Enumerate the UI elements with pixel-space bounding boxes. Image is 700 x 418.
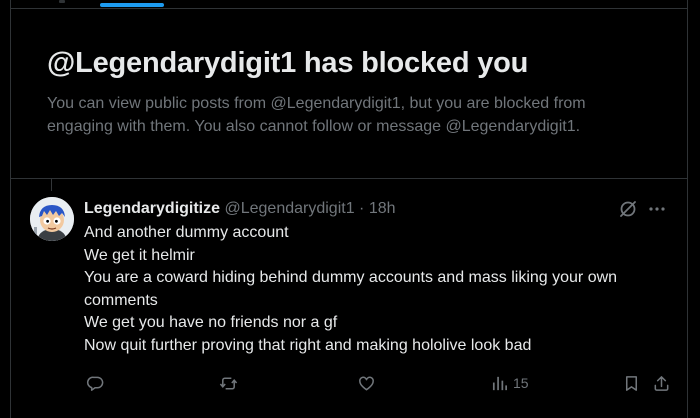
display-name[interactable]: Legendarydigitize — [84, 200, 220, 217]
tweet-text-line: Now quit further proving that right and … — [84, 336, 532, 354]
bookmark-button[interactable] — [622, 371, 641, 395]
blocked-notice: @Legendarydigit1 has blocked you You can… — [11, 10, 687, 178]
tweet-text-line: We get you have no friends nor a gf — [84, 314, 338, 331]
header-separator: · — [359, 200, 365, 217]
tweet-text: And another dummy account We get it helm… — [84, 222, 674, 357]
grok-icon[interactable] — [618, 199, 638, 219]
blocked-title: @Legendarydigit1 has blocked you — [47, 47, 529, 79]
column-border-right — [687, 0, 688, 418]
tweet-timestamp[interactable]: 18h — [369, 200, 396, 217]
blocked-description-line: engaging with them. You also cannot foll… — [47, 118, 581, 135]
views-button[interactable]: 15 — [490, 371, 529, 395]
views-count: 15 — [513, 375, 529, 391]
bookmark-icon — [625, 375, 638, 391]
like-button[interactable] — [357, 371, 376, 395]
like-icon — [359, 376, 374, 390]
blocked-description-line: You can view public posts from @Legendar… — [47, 95, 586, 112]
tweet-text-line: comments — [84, 291, 158, 309]
more-icon[interactable] — [647, 199, 667, 219]
blocked-description: You can view public posts from @Legendar… — [47, 92, 647, 138]
tweet-text-line: You are a coward hiding behind dummy acc… — [84, 269, 618, 286]
tweet-actions: 15 — [84, 371, 674, 395]
avatar-image — [30, 197, 74, 241]
share-button[interactable] — [652, 371, 671, 395]
avatar[interactable] — [30, 197, 74, 241]
tweet-text-line: And another dummy account — [84, 224, 289, 241]
views-icon — [492, 376, 508, 390]
reply-icon — [86, 376, 104, 391]
repost-button[interactable] — [219, 371, 238, 395]
reply-button[interactable] — [86, 371, 105, 395]
user-handle[interactable]: @Legendarydigit1 — [224, 200, 354, 217]
tab-fragment — [59, 0, 65, 3]
share-icon — [654, 375, 669, 391]
tweet-text-line: We get it helmir — [84, 246, 195, 264]
tweet[interactable]: Legendarydigitize @Legendarydigit1 · 18h… — [11, 179, 687, 418]
repost-icon — [219, 377, 238, 389]
profile-tab-strip — [11, 0, 687, 9]
tweet-header: Legendarydigitize @Legendarydigit1 · 18h — [84, 199, 396, 219]
active-tab-indicator — [100, 3, 164, 7]
